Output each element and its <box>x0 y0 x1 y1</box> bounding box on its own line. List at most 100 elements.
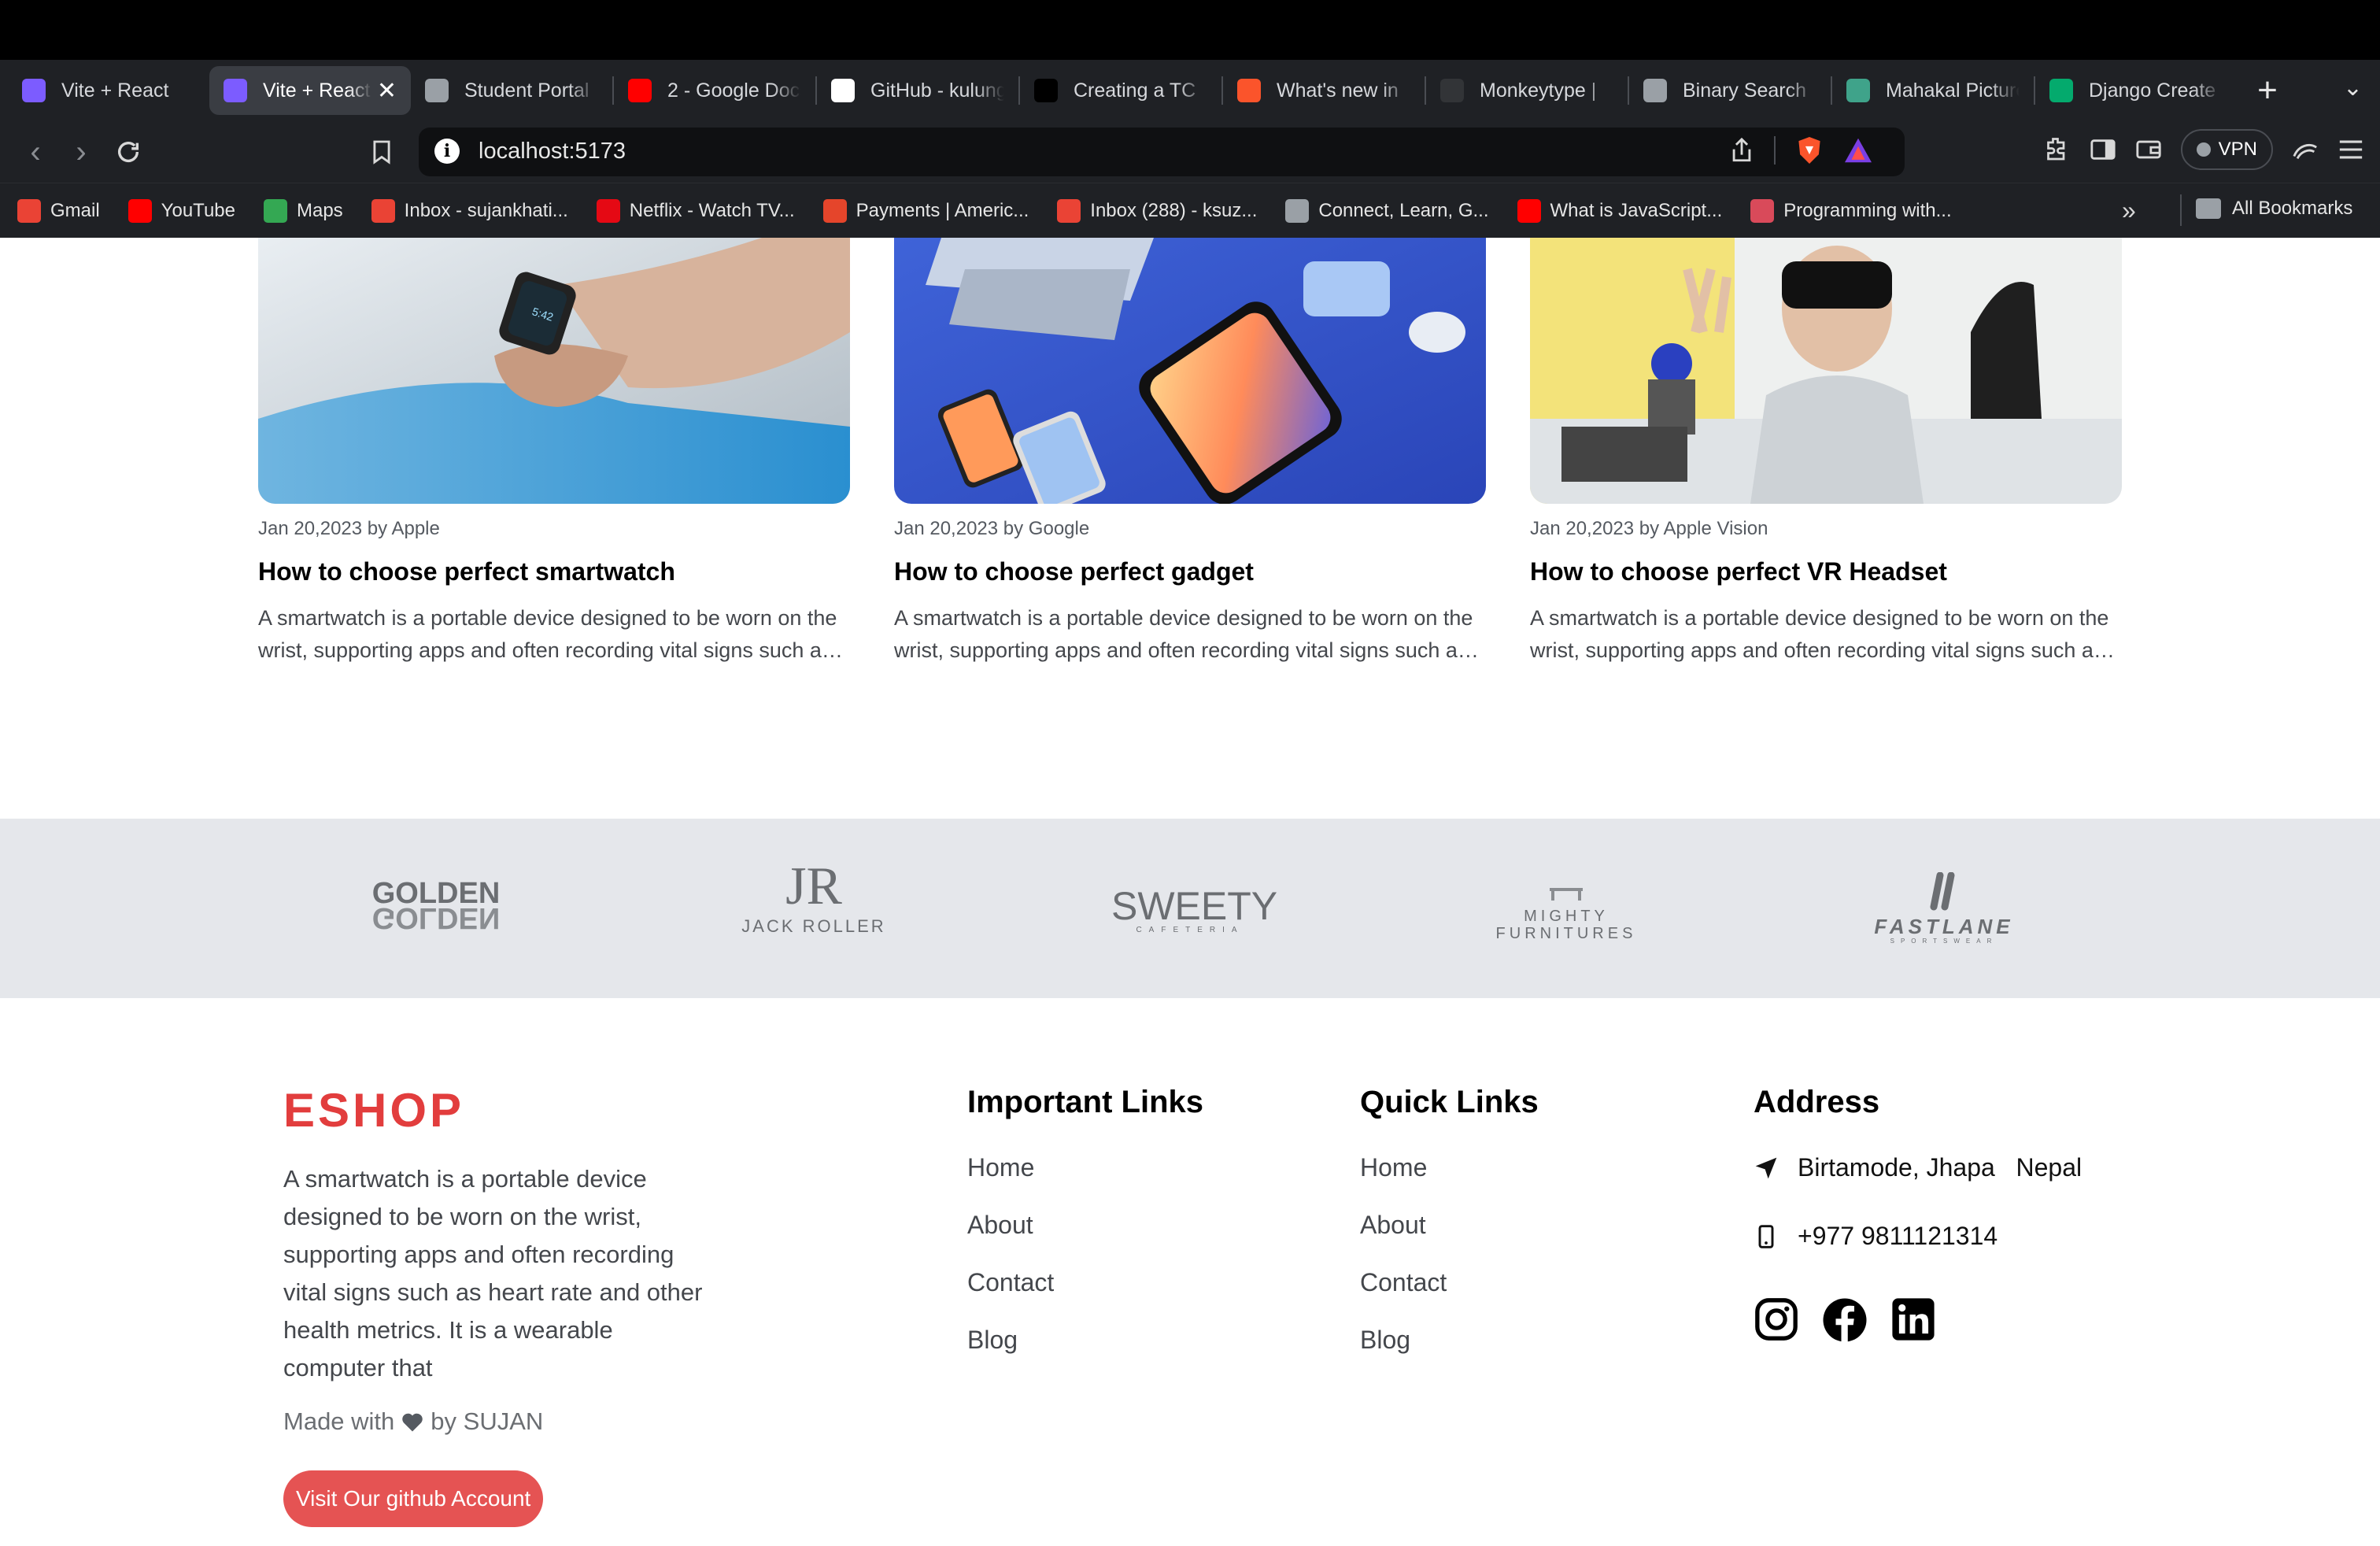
bookmark-item[interactable]: Programming with... <box>1750 198 1952 223</box>
all-bookmarks-button[interactable]: All Bookmarks <box>2196 198 2352 220</box>
close-tab-icon[interactable]: ✕ <box>377 77 397 105</box>
footer-logo[interactable]: ESHOP <box>283 1083 464 1137</box>
vpn-status-icon <box>2196 142 2211 157</box>
github-icon <box>831 79 855 102</box>
bookmark-item[interactable]: Inbox - sujankhati... <box>371 198 568 223</box>
page-viewport: 5:42 Jan 20,2023 by Apple How to choose … <box>0 238 2380 1546</box>
tab-title: What's new in <box>1277 79 1399 102</box>
linkedin-icon[interactable] <box>1890 1296 1936 1342</box>
browser-tab[interactable]: GitHub - kulung <box>817 66 1018 115</box>
bookmark-page-icon[interactable] <box>362 132 401 172</box>
card-title[interactable]: How to choose perfect smartwatch <box>258 557 850 586</box>
vr-headset-image[interactable] <box>1530 238 2122 504</box>
quick-link-contact[interactable]: Contact <box>1360 1268 1539 1297</box>
leo-ai-icon[interactable] <box>2292 138 2319 161</box>
facebook-icon[interactable] <box>1821 1296 1868 1344</box>
browser-tab[interactable]: Vite + React <box>8 66 209 115</box>
tab-list-chevron-icon[interactable]: ⌄ <box>2343 74 2363 102</box>
bookmark-item[interactable]: YouTube <box>128 198 235 223</box>
card-title[interactable]: How to choose perfect VR Headset <box>1530 557 2122 586</box>
vpn-label: VPN <box>2218 139 2257 160</box>
bookmark-item[interactable]: What is JavaScript... <box>1517 198 1722 223</box>
bookmark-item[interactable]: Inbox (288) - ksuz... <box>1057 198 1258 223</box>
card-excerpt: A smartwatch is a portable device design… <box>258 606 837 662</box>
extensions-icon[interactable] <box>2042 135 2071 164</box>
monkeytype-icon <box>1440 79 1464 102</box>
new-tab-icon[interactable]: + <box>2248 71 2287 110</box>
vpn-button[interactable]: VPN <box>2180 129 2273 170</box>
vite-icon <box>22 79 46 102</box>
instagram-icon[interactable] <box>1754 1296 1799 1342</box>
card-meta: Jan 20,2023 by Apple <box>258 518 440 539</box>
brave-shields-icon[interactable] <box>1796 135 1823 165</box>
phone-icon <box>1758 1224 1774 1248</box>
url-text[interactable]: localhost:5173 <box>479 139 626 165</box>
card-excerpt: A smartwatch is a portable device design… <box>1530 606 2109 662</box>
bookmark-item[interactable]: Payments | Americ... <box>822 198 1029 223</box>
footer-link-home[interactable]: Home <box>967 1153 1203 1182</box>
payments-icon <box>822 198 847 223</box>
made-with-text: Made with by SUJAN <box>283 1407 543 1436</box>
menu-icon[interactable] <box>2338 138 2364 161</box>
bookmark-label: Payments | Americ... <box>856 199 1029 221</box>
browser-tab[interactable]: Django Create <box>2035 66 2237 115</box>
globe-icon <box>425 79 449 102</box>
smartwatch-image[interactable]: 5:42 <box>258 238 850 504</box>
browser-tab[interactable]: Creating a TC <box>1020 66 1221 115</box>
address-phone-text: +977 9811121314 <box>1798 1222 1998 1250</box>
share-icon[interactable] <box>1730 137 1754 164</box>
bookmark-label: Gmail <box>50 199 100 221</box>
bookmark-label: Inbox (288) - ksuz... <box>1090 199 1258 221</box>
browser-tab[interactable]: 2 - Google Docs <box>614 66 815 115</box>
tab-title: Student Portal <box>464 79 589 102</box>
footer-link-about[interactable]: About <box>967 1211 1203 1240</box>
bookmark-item[interactable]: Maps <box>263 198 343 223</box>
bookmark-label: Inbox - sujankhati... <box>404 199 568 221</box>
browser-tab[interactable]: Student Portal <box>411 66 612 115</box>
browser-tab[interactable]: Mahakal Picture <box>1832 66 2034 115</box>
github-account-button[interactable]: Visit Our github Account <box>283 1470 544 1527</box>
forward-icon[interactable]: › <box>61 132 101 172</box>
bookmark-item[interactable]: Connect, Learn, G... <box>1285 198 1489 223</box>
address-bar[interactable]: i localhost:5173 <box>419 128 1905 176</box>
brave-rewards-icon[interactable] <box>1843 137 1873 164</box>
browser-tab[interactable]: Vite + React ✕ <box>209 66 411 115</box>
bookmark-label: Netflix - Watch TV... <box>629 199 795 221</box>
bookmark-item[interactable]: Gmail <box>17 198 100 223</box>
quick-link-about[interactable]: About <box>1360 1211 1539 1240</box>
bookmark-label: Connect, Learn, G... <box>1318 199 1489 221</box>
blog-card[interactable]: 5:42 Jan 20,2023 by Apple How to choose … <box>258 238 850 667</box>
card-title[interactable]: How to choose perfect gadget <box>894 557 1486 586</box>
quick-link-home[interactable]: Home <box>1360 1153 1539 1182</box>
gadgets-image[interactable] <box>894 238 1486 504</box>
site-info-icon[interactable]: i <box>434 139 460 164</box>
sidebar-icon[interactable] <box>2090 138 2116 161</box>
back-icon[interactable]: ‹ <box>16 132 55 172</box>
blog-card[interactable]: Jan 20,2023 by Apple Vision How to choos… <box>1530 238 2122 667</box>
address-column: Address Birtamode, Jhapa Nepal +977 9811… <box>1754 1085 2082 1344</box>
important-links-column: Important Links Home About Contact Blog <box>967 1085 1203 1355</box>
browser-tab[interactable]: Binary Search <box>1629 66 1831 115</box>
gmail-icon <box>1057 198 1081 223</box>
tab-title: Mahakal Picture <box>1886 79 2020 102</box>
folder-icon <box>2196 198 2221 219</box>
footer-about-text: A smartwatch is a portable device design… <box>283 1165 703 1381</box>
netflix-icon <box>596 198 620 223</box>
footer-link-contact[interactable]: Contact <box>967 1268 1203 1297</box>
bookmark-item[interactable]: Netflix - Watch TV... <box>596 198 795 223</box>
footer-link-blog[interactable]: Blog <box>967 1326 1203 1355</box>
wallet-icon[interactable] <box>2135 138 2162 161</box>
tab-title: Django Create <box>2089 79 2216 102</box>
quick-links-title: Quick Links <box>1360 1085 1539 1119</box>
brands-band: GOLDEN GOLDEN JR JACK ROLLER SWEETY CAFE… <box>0 819 2380 998</box>
more-bookmarks-icon[interactable]: » <box>2122 196 2136 225</box>
brand-logo-sweety: SWEETY CAFETERIA <box>1111 884 1278 934</box>
tab-strip: Vite + React Vite + React ✕ Student Portal 2… <box>0 60 2380 121</box>
tab-title: 2 - Google Docs <box>667 79 801 102</box>
browser-tab[interactable]: Monkeytype | <box>1426 66 1628 115</box>
blog-card[interactable]: Jan 20,2023 by Google How to choose perf… <box>894 238 1486 667</box>
tab-title: Creating a TC <box>1074 79 1196 102</box>
browser-tab[interactable]: What's new in <box>1223 66 1425 115</box>
reload-icon[interactable] <box>109 132 148 172</box>
quick-link-blog[interactable]: Blog <box>1360 1326 1539 1355</box>
